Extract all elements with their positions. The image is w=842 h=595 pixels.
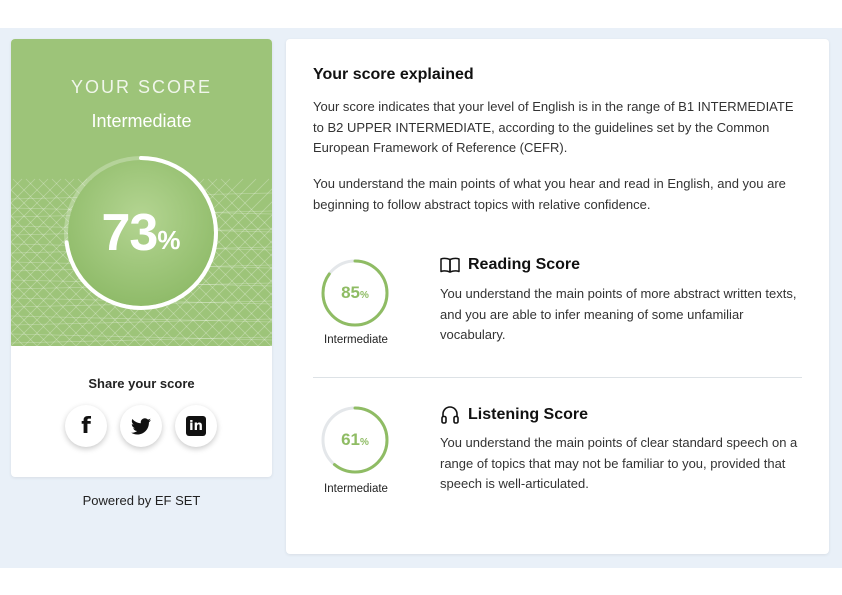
score-explanation-panel: Your score explained Your score indicate…	[286, 39, 829, 554]
score-card: YOUR SCORE Intermediate 73 % Share your …	[11, 39, 272, 477]
linkedin-icon-glyph: in	[189, 418, 203, 434]
explanation-title: Your score explained	[313, 66, 474, 83]
reading-score-title: Reading Score	[468, 256, 581, 273]
reading-score-number: 85	[341, 283, 360, 302]
reading-score-heading: Reading Score	[440, 256, 580, 274]
share-title: Share your score	[88, 376, 195, 391]
powered-by: Powered by EF SET	[82, 493, 201, 508]
listening-score-description: You understand the main points of clear …	[440, 435, 798, 491]
listening-score-heading: Listening Score	[440, 405, 588, 425]
linkedin-share-button[interactable]: in	[175, 405, 217, 447]
facebook-icon: f	[81, 413, 91, 439]
explanation-paragraph-2: You understand the main points of what y…	[313, 176, 786, 212]
reading-score-value: 85 %	[320, 258, 390, 328]
reading-level: Intermediate	[324, 334, 388, 346]
listening-score-number: 61	[341, 430, 360, 449]
twitter-share-button[interactable]	[120, 405, 162, 447]
listening-score-title: Listening Score	[468, 406, 589, 423]
overall-score-number: 73	[101, 204, 159, 262]
headphones-icon	[441, 406, 459, 424]
listening-score-value: 61 %	[320, 405, 390, 475]
book-icon	[440, 257, 460, 273]
explanation-paragraph-1: Your score indicates that your level of …	[313, 99, 794, 155]
score-hero-panel: YOUR SCORE Intermediate 73 %	[11, 39, 272, 346]
section-divider	[313, 377, 802, 378]
reading-score-description: You understand the main points of more a…	[440, 286, 797, 342]
score-level: Intermediate	[91, 111, 192, 131]
listening-score-percent-sign: %	[360, 436, 369, 448]
twitter-icon	[131, 417, 151, 434]
reading-score-percent-sign: %	[360, 289, 369, 301]
overall-score-value: 73 %	[61, 153, 221, 313]
listening-level: Intermediate	[324, 483, 388, 495]
score-label: YOUR SCORE	[70, 77, 213, 97]
facebook-share-button[interactable]: f	[65, 405, 107, 447]
linkedin-icon: in	[186, 416, 206, 436]
overall-score-percent-sign: %	[157, 224, 181, 255]
